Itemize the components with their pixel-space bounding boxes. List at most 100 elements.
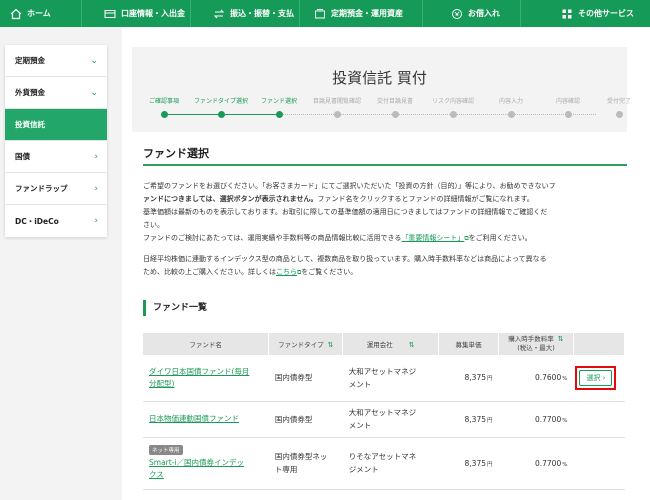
- nav-home-label: ホーム: [27, 9, 51, 18]
- sidebar-item-label: 定期預金: [15, 56, 45, 65]
- home-icon: [10, 8, 22, 20]
- fee-cell: 0.7600%: [498, 355, 574, 402]
- col-action: [573, 333, 626, 355]
- highlight-box: 選択 ›: [575, 365, 617, 390]
- price-unit: 円: [487, 376, 493, 383]
- col-fund-type[interactable]: ファンドタイプ ⇅: [268, 333, 344, 355]
- desc-text: ため、比較の上ご購入ください。詳しくは: [143, 268, 276, 276]
- table-row: ネット専用 Smart-i／国内債券インデッ クス 国内債券型ネッ ト専用 りそなアセ…: [143, 437, 625, 490]
- nav-loan[interactable]: お借入れ: [423, 0, 521, 27]
- nav-deposit-assets[interactable]: 定期預金・運用資産: [300, 0, 423, 27]
- fund-name-link[interactable]: ダイワ日本国債ファンド(毎月 分配型): [149, 366, 263, 390]
- step-9: 受付完了: [588, 96, 650, 118]
- sort-icon[interactable]: ⇅: [328, 341, 334, 349]
- sidebar-item-label: 外貨預金: [15, 88, 45, 97]
- price-value: 8,375: [464, 414, 486, 424]
- price-value: 8,375: [464, 373, 486, 383]
- chevron-down-icon: ⌄: [90, 87, 98, 98]
- desc-line: 日経平均株価に連動するインデックス型の商品として、複数商品を取り扱っています。購…: [143, 255, 547, 263]
- company-text: りそなアセットマネ: [348, 452, 417, 461]
- chevron-down-icon: ⌄: [90, 55, 98, 66]
- table-row: 日本物価連動国債ファンド 国内債券型 大和アセットマネジ メント 8,375円 0…: [143, 401, 625, 438]
- desc-text: ファンドのご検討にあたっては、運用実績や手数料等の商品情報比較に活用できる: [143, 234, 402, 242]
- step-dot: [450, 111, 457, 118]
- col-fee[interactable]: 購入時手数料率 ⇅ (税込・最大): [498, 333, 574, 355]
- nav-home[interactable]: ホーム: [0, 0, 82, 27]
- fee-value: 0.7600: [534, 373, 562, 383]
- sidebar-item-investment-trust[interactable]: 投資信託: [5, 109, 107, 141]
- main-content: 投資信託 買付 ご確認事項 ファンドタイプ選択 ファンド選択 目論見書閲覧確認 …: [122, 27, 650, 500]
- desc-line: 基準価額は最新のものを表示しております。お取引に際しての基準価額の適用日につきま…: [143, 208, 548, 216]
- fund-name-text: ダイワ日本国債ファンド(毎月: [149, 366, 250, 376]
- step-label: ファンドタイプ選択: [193, 98, 248, 105]
- wallet-icon: [314, 8, 326, 20]
- transfer-icon: [213, 8, 225, 20]
- price-cell: 8,375円: [438, 437, 499, 490]
- sidebar-item-foreign-deposit[interactable]: 外貨預金 ⌄: [5, 77, 107, 109]
- sidebar-item-government-bond[interactable]: 国債 ›: [5, 141, 107, 173]
- fee-unit: %: [562, 417, 568, 424]
- col-label: 募集単価: [455, 341, 482, 349]
- progress-stepper: ご確認事項 ファンドタイプ選択 ファンド選択 目論見書閲覧確認 交付目論見書 リ…: [148, 96, 631, 136]
- important-info-sheet-link[interactable]: 「重要情報シート」: [401, 234, 464, 242]
- index-fund-note: 日経平均株価に連動するインデックス型の商品として、複数商品を取り扱っています。購…: [143, 253, 627, 279]
- price-unit: 円: [487, 461, 493, 468]
- fund-name-cell: ダイワ日本国債ファンド(毎月 分配型): [143, 355, 269, 402]
- col-label: ファンドタイプ: [278, 341, 324, 349]
- nav-deposit-assets-label: 定期預金・運用資産: [331, 9, 403, 18]
- step-dot: [218, 111, 225, 118]
- company-text: ジメント: [348, 465, 379, 474]
- sidebar-item-label: 国債: [15, 152, 30, 161]
- fund-type-cell: 国内債券型: [268, 401, 343, 438]
- nav-loan-label: お借入れ: [468, 9, 500, 18]
- nav-transfer[interactable]: 振込・振替・支払: [191, 0, 300, 27]
- sort-icon[interactable]: ⇅: [409, 341, 415, 349]
- step-dot: [392, 111, 399, 118]
- section-title: ファンド選択: [143, 147, 209, 160]
- col-company[interactable]: 運用会社 ⇅: [342, 333, 440, 355]
- chevron-right-icon: ›: [94, 151, 98, 162]
- loan-icon: [451, 8, 463, 20]
- nav-other-services[interactable]: その他サービス: [521, 0, 650, 27]
- details-here-link[interactable]: こちら: [276, 268, 297, 276]
- chevron-right-icon: ›: [94, 216, 98, 226]
- sort-icon[interactable]: ⇅: [558, 335, 564, 343]
- section-divider: [143, 164, 627, 166]
- step-2: ファンドタイプ選択: [190, 96, 252, 118]
- action-cell: [573, 437, 625, 490]
- step-dot: [565, 111, 572, 118]
- step-label: 目論見書閲覧確認: [312, 98, 361, 105]
- sidebar-item-fund-wrap[interactable]: ファンドラップ ›: [5, 173, 107, 205]
- price-cell: 8,375円: [438, 355, 499, 402]
- desc-bold: ァンドにつきましては、選択ボタンが表示されません。: [143, 195, 318, 203]
- sidebar-item-label: DC・iDeCo: [15, 216, 59, 226]
- step-3: ファンド選択: [248, 96, 310, 118]
- type-text: 国内債券型ネッ: [274, 452, 328, 461]
- company-cell: りそなアセットマネ ジメント: [342, 437, 439, 490]
- company-cell: 大和アセットマネジ メント: [342, 401, 439, 438]
- sidebar-item-time-deposit[interactable]: 定期預金 ⌄: [5, 45, 107, 77]
- type-text: ト専用: [274, 465, 298, 474]
- step-label: 受付完了: [606, 98, 631, 105]
- fund-name-link[interactable]: Smart-i／国内債券インデッ クス: [149, 457, 263, 481]
- company-cell: 大和アセットマネジ メント: [342, 355, 439, 402]
- select-button[interactable]: 選択 ›: [579, 369, 613, 386]
- fee-unit: %: [562, 461, 568, 468]
- desc-line: さい。: [143, 221, 164, 229]
- price-value: 8,375: [464, 458, 486, 468]
- fund-type-cell: 国内債券型: [268, 355, 343, 402]
- net-only-badge: ネット専用: [149, 445, 183, 455]
- page-title: 投資信託 買付: [332, 69, 427, 87]
- col-label: 運用会社: [366, 341, 393, 349]
- nav-account-info[interactable]: 口座情報・入出金: [82, 0, 191, 27]
- fund-name-link[interactable]: 日本物価連動国債ファンド: [149, 413, 263, 425]
- desc-text: ファンド名をクリックするとファンドの詳細情報がご覧になれます。: [317, 195, 534, 203]
- col-sublabel: (税込・最大): [517, 344, 555, 352]
- top-navigation: ホーム 口座情報・入出金 振込・振替・支払 定期預金・運用資産 お借入れ その他…: [0, 0, 650, 27]
- step-6: リスク内容確認: [422, 96, 484, 118]
- step-label: リスク内容確認: [431, 98, 474, 105]
- step-dot: [616, 111, 623, 118]
- price-unit: 円: [487, 417, 493, 424]
- fund-list-heading: ファンド一覧: [143, 300, 207, 316]
- sidebar-item-dc-ideco[interactable]: DC・iDeCo ›: [5, 205, 107, 237]
